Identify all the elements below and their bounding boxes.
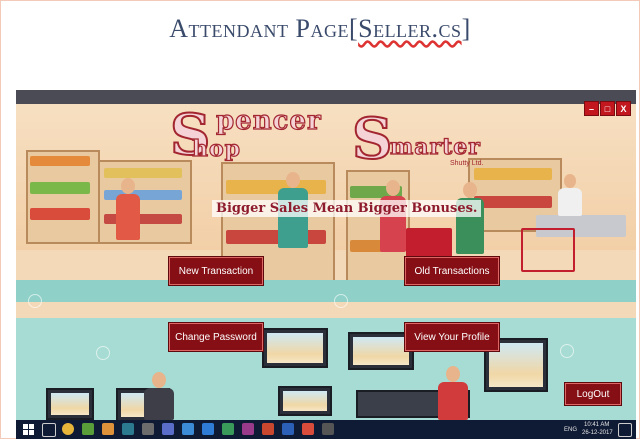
shelf-products bbox=[30, 156, 90, 166]
app-icon[interactable] bbox=[322, 423, 334, 435]
watermark-mark bbox=[560, 344, 574, 358]
shelf-products bbox=[30, 182, 90, 194]
salesperson-figure bbox=[438, 382, 468, 420]
watermark-mark bbox=[334, 294, 348, 308]
shopper-figure bbox=[121, 178, 135, 194]
slogan-banner: Bigger Sales Mean Bigger Bonuses. bbox=[212, 200, 482, 217]
document-title-bracket: ] bbox=[461, 14, 471, 43]
document-title-filename: Seller.cs bbox=[358, 14, 462, 43]
clock-time[interactable]: 10:41 AM bbox=[584, 422, 609, 428]
app-window: S pencer S hop marter Shutty Ltd. Bigger… bbox=[16, 90, 636, 420]
app-icon[interactable] bbox=[242, 423, 254, 435]
shopper-figure bbox=[286, 172, 300, 188]
watermark-mark bbox=[28, 294, 42, 308]
close-button[interactable]: X bbox=[616, 101, 631, 116]
television-display bbox=[262, 328, 328, 368]
windows-start-icon[interactable] bbox=[22, 423, 34, 435]
tools-icon[interactable] bbox=[142, 423, 154, 435]
task-view-icon[interactable] bbox=[42, 423, 56, 437]
cashier-figure bbox=[558, 188, 582, 216]
shopper-figure bbox=[152, 372, 166, 388]
language-indicator[interactable]: ENG bbox=[564, 427, 577, 433]
minimize-button[interactable]: – bbox=[584, 101, 599, 116]
shopper-figure bbox=[116, 194, 140, 240]
logo-tagline: Shutty Ltd. bbox=[450, 160, 484, 167]
old-transactions-button[interactable]: Old Transactions bbox=[404, 256, 500, 286]
app-icon[interactable] bbox=[302, 423, 314, 435]
watermark-mark bbox=[96, 346, 110, 360]
windows-taskbar: ENG 10:41 AM 26-12-2017 bbox=[16, 420, 636, 439]
notification-icon[interactable] bbox=[618, 423, 632, 437]
logout-button[interactable]: LogOut bbox=[564, 382, 622, 406]
document-title-text: Attendant Page[ bbox=[169, 14, 359, 43]
special-offer-sign bbox=[406, 228, 452, 258]
new-transaction-button[interactable]: New Transaction bbox=[168, 256, 264, 286]
logo-word: hop bbox=[191, 135, 242, 162]
maximize-button[interactable]: □ bbox=[600, 101, 615, 116]
shopper-figure bbox=[144, 388, 174, 420]
document-title: Attendant Page[Seller.cs] bbox=[0, 14, 640, 44]
chrome-icon[interactable] bbox=[62, 423, 74, 435]
powerpoint-icon[interactable] bbox=[262, 423, 274, 435]
shelf-products bbox=[30, 208, 90, 220]
shelf-products bbox=[226, 230, 326, 244]
shopper-figure bbox=[278, 188, 308, 248]
sync-icon[interactable] bbox=[222, 423, 234, 435]
clock-date[interactable]: 26-12-2017 bbox=[582, 430, 613, 436]
window-controls: – □ X bbox=[584, 101, 631, 116]
salesperson-figure bbox=[446, 366, 460, 382]
search-icon[interactable] bbox=[182, 423, 194, 435]
background-ceiling bbox=[16, 90, 636, 104]
shopping-cart bbox=[521, 228, 575, 272]
television-display bbox=[46, 388, 94, 420]
word-icon[interactable] bbox=[282, 423, 294, 435]
background-floor-band bbox=[16, 280, 636, 302]
shelf-products bbox=[226, 180, 326, 194]
notepad-icon[interactable] bbox=[82, 423, 94, 435]
logo-word: marter bbox=[389, 133, 481, 160]
logo-initial: S bbox=[351, 105, 393, 173]
file-explorer-icon[interactable] bbox=[102, 423, 114, 435]
view-profile-button[interactable]: View Your Profile bbox=[404, 322, 500, 352]
television-display bbox=[278, 386, 332, 416]
network-app-icon[interactable] bbox=[162, 423, 174, 435]
app-icon[interactable] bbox=[122, 423, 134, 435]
spencer-shop-smarter-logo: S pencer S hop marter Shutty Ltd. bbox=[166, 101, 496, 174]
shopper-figure bbox=[463, 182, 477, 198]
change-password-button[interactable]: Change Password bbox=[168, 322, 264, 352]
shelf-products bbox=[474, 196, 552, 208]
logo-word: pencer bbox=[215, 105, 322, 136]
edge-icon[interactable] bbox=[202, 423, 214, 435]
shopper-figure bbox=[386, 180, 400, 196]
cashier-figure bbox=[564, 174, 576, 188]
